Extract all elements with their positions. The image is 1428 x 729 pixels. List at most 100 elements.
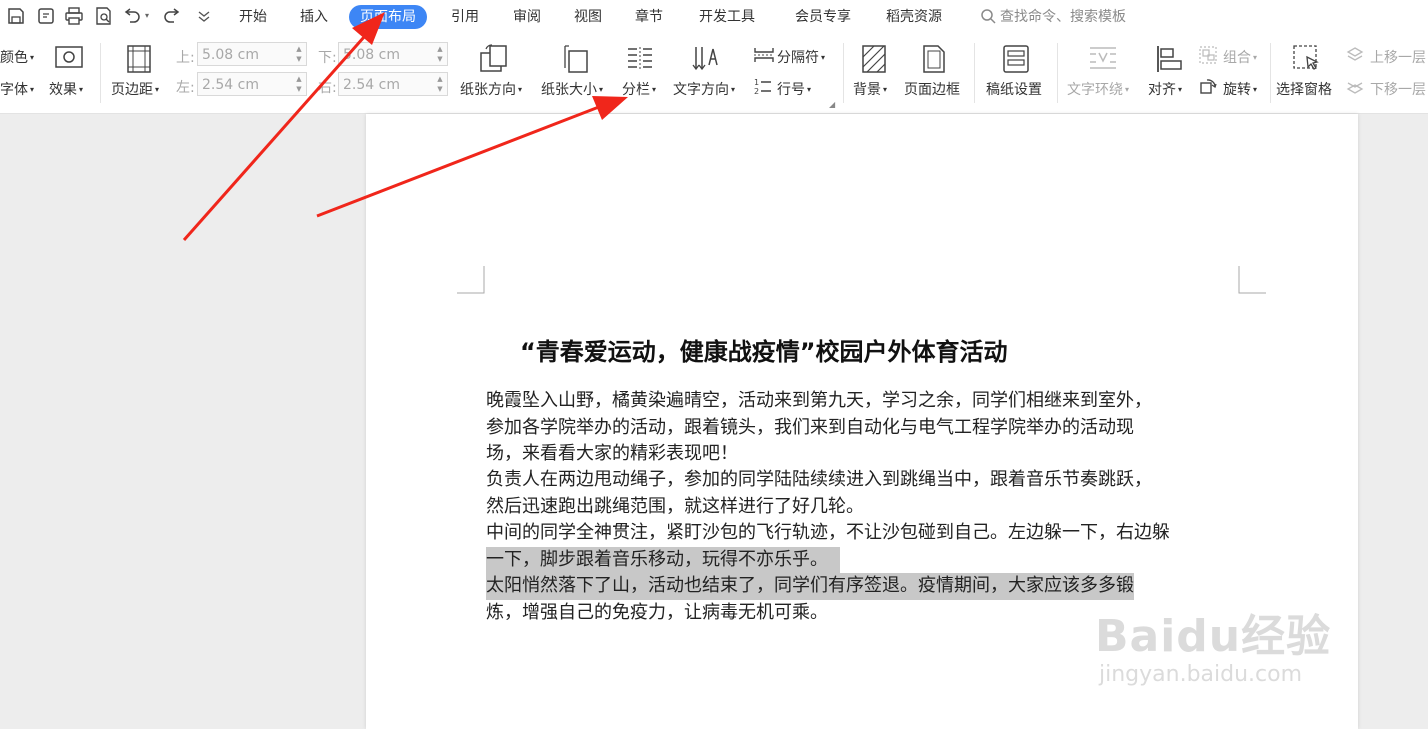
- theme-effect-button[interactable]: 效果 ▾: [49, 79, 83, 99]
- redo-icon[interactable]: [162, 6, 182, 26]
- paper-size-button[interactable]: 纸张大小 ▾: [541, 79, 603, 99]
- text-direction-icon[interactable]: [690, 43, 722, 75]
- effect-icon[interactable]: [54, 45, 84, 69]
- text-wrap-icon[interactable]: [1088, 45, 1118, 71]
- send-backward-button[interactable]: 下移一层: [1370, 79, 1426, 99]
- align-label: 对齐: [1148, 82, 1176, 98]
- margin-bottom-input[interactable]: 5.08 cm ▲ ▼: [338, 42, 448, 66]
- paper-size-icon[interactable]: [560, 43, 592, 75]
- text-line: 然后迅速跑出跳绳范围，就这样进行了好几轮。: [486, 495, 864, 517]
- selected-text-line: 一下，脚步跟着音乐移动，玩得不亦乐乎。: [486, 546, 840, 573]
- tab-page-layout[interactable]: 页面布局: [349, 5, 427, 29]
- text-wrap-label: 文字环绕: [1067, 82, 1123, 98]
- search-icon: [981, 9, 996, 24]
- tab-view[interactable]: 视图: [568, 5, 608, 29]
- theme-color-label: 颜色: [0, 50, 28, 66]
- selected-text-line: 太阳悄然落下了山，活动也结束了，同学们有序签退。疫情期间，大家应该多多锻: [486, 573, 1134, 600]
- theme-font-label: 字体: [0, 82, 28, 98]
- watermark-url: jingyan.baidu.com: [1099, 662, 1303, 687]
- paragraph-3[interactable]: 中间的同学全神贯注，紧盯沙包的飞行轨迹，不让沙包碰到自己。左边躲一下，右边躲 一…: [486, 520, 1246, 573]
- tab-review[interactable]: 审阅: [507, 5, 547, 29]
- bring-forward-button[interactable]: 上移一层: [1370, 47, 1426, 67]
- text-direction-button[interactable]: 文字方向 ▾: [673, 79, 735, 99]
- align-button[interactable]: 对齐 ▾: [1148, 79, 1182, 99]
- columns-label: 分栏: [622, 82, 650, 98]
- page-border-icon[interactable]: [918, 43, 950, 75]
- text-line: 负责人在两边甩动绳子，参加的同学陆陆续续进入到跳绳当中，跟着音乐节奏跳跃，: [486, 469, 1152, 490]
- rotate-label: 旋转: [1223, 82, 1251, 98]
- watermark-brand: Baidu经验: [1095, 611, 1332, 662]
- spinner-arrows-icon[interactable]: ▲ ▼: [294, 44, 304, 64]
- search-placeholder: 查找命令、搜索模板: [1000, 9, 1126, 25]
- rotate-button[interactable]: 旋转 ▾: [1223, 79, 1257, 99]
- page-setup-launcher-icon[interactable]: ◢: [829, 100, 835, 109]
- line-number-icon[interactable]: 12: [753, 77, 773, 96]
- selection-pane-button[interactable]: 选择窗格: [1276, 79, 1332, 99]
- print-icon[interactable]: [64, 6, 84, 26]
- line-number-label: 行号: [777, 82, 805, 98]
- separator-button[interactable]: 分隔符 ▾: [777, 47, 825, 67]
- orientation-button[interactable]: 纸张方向 ▾: [460, 79, 522, 99]
- orientation-label: 纸张方向: [460, 82, 516, 98]
- margins-icon[interactable]: [123, 43, 155, 75]
- tab-chapter[interactable]: 章节: [629, 5, 669, 29]
- margin-left-input[interactable]: 2.54 cm ▲ ▼: [197, 72, 307, 96]
- margin-bottom-value: 5.08 cm: [343, 47, 400, 63]
- tab-references[interactable]: 引用: [445, 5, 485, 29]
- margin-top-input[interactable]: 5.08 cm ▲ ▼: [197, 42, 307, 66]
- save-icon[interactable]: [6, 6, 26, 26]
- tab-docer[interactable]: 稻壳资源: [880, 5, 948, 29]
- rotate-icon[interactable]: [1199, 77, 1217, 95]
- margin-right-label: 右:: [318, 80, 337, 96]
- page-border-button[interactable]: 页面边框: [904, 79, 960, 99]
- spinner-arrows-icon[interactable]: ▲ ▼: [435, 44, 445, 64]
- margin-corner-top-left: [457, 266, 485, 294]
- ribbon-toolbar: 颜色 ▾ 字体 ▾ 效果 ▾ 页边距 ▾ 上: 5.08 cm ▲ ▼ 左: 2.54 cm…: [0, 33, 1428, 114]
- background-label: 背景: [853, 82, 881, 98]
- background-icon[interactable]: [858, 43, 890, 75]
- send-backward-icon[interactable]: [1346, 77, 1364, 95]
- svg-text:2: 2: [754, 87, 759, 95]
- paragraph-2[interactable]: 负责人在两边甩动绳子，参加的同学陆陆续续进入到跳绳当中，跟着音乐节奏跳跃， 然后…: [486, 467, 1246, 520]
- bring-forward-icon[interactable]: [1346, 46, 1364, 64]
- tab-home[interactable]: 开始: [233, 5, 273, 29]
- text-line: 场，来看看大家的精彩表现吧！: [486, 443, 738, 464]
- columns-button[interactable]: 分栏 ▾: [622, 79, 656, 99]
- margin-right-value: 2.54 cm: [343, 77, 400, 93]
- paragraph-1[interactable]: 晚霞坠入山野，橘黄染遍晴空，活动来到第九天，学习之余，同学们相继来到室外， 参加…: [486, 388, 1246, 468]
- margin-top-value: 5.08 cm: [202, 47, 259, 63]
- theme-color-button[interactable]: 颜色 ▾: [0, 47, 34, 67]
- line-number-button[interactable]: 行号 ▾: [777, 79, 811, 99]
- text-wrap-button[interactable]: 文字环绕 ▾: [1067, 79, 1129, 99]
- group-icon[interactable]: [1199, 46, 1217, 64]
- page-break-icon[interactable]: [753, 46, 775, 64]
- orientation-icon[interactable]: [478, 43, 510, 75]
- selection-pane-icon[interactable]: [1291, 43, 1323, 75]
- manuscript-icon[interactable]: [1000, 43, 1032, 75]
- command-search[interactable]: 查找命令、搜索模板: [980, 6, 1126, 28]
- background-button[interactable]: 背景 ▾: [853, 79, 887, 99]
- align-icon[interactable]: [1154, 43, 1186, 75]
- spinner-arrows-icon[interactable]: ▲ ▼: [294, 74, 304, 94]
- margin-right-input[interactable]: 2.54 cm ▲ ▼: [338, 72, 448, 96]
- margin-top-label: 上:: [176, 50, 195, 66]
- more-chevron-icon[interactable]: [194, 6, 214, 26]
- text-direction-label: 文字方向: [673, 82, 729, 98]
- margins-button[interactable]: 页边距 ▾: [111, 79, 159, 99]
- tab-developer[interactable]: 开发工具: [693, 5, 761, 29]
- theme-font-button[interactable]: 字体 ▾: [0, 79, 34, 99]
- text-line: 中间的同学全神贯注，紧盯沙包的飞行轨迹，不让沙包碰到自己。左边躲一下，右边躲: [486, 522, 1170, 543]
- theme-effect-label: 效果: [49, 82, 77, 98]
- undo-dropdown-icon[interactable]: ▾: [145, 11, 149, 20]
- undo-icon[interactable]: [122, 6, 142, 26]
- columns-icon[interactable]: [625, 45, 655, 73]
- print-preview-icon[interactable]: [94, 6, 114, 26]
- margin-corner-top-right: [1238, 266, 1266, 294]
- tab-insert[interactable]: 插入: [294, 5, 334, 29]
- tab-member[interactable]: 会员专享: [789, 5, 857, 29]
- margin-bottom-label: 下:: [318, 50, 337, 66]
- export-pdf-icon[interactable]: [36, 6, 56, 26]
- manuscript-button[interactable]: 稿纸设置: [986, 79, 1042, 99]
- group-button[interactable]: 组合 ▾: [1223, 47, 1257, 67]
- spinner-arrows-icon[interactable]: ▲ ▼: [435, 74, 445, 94]
